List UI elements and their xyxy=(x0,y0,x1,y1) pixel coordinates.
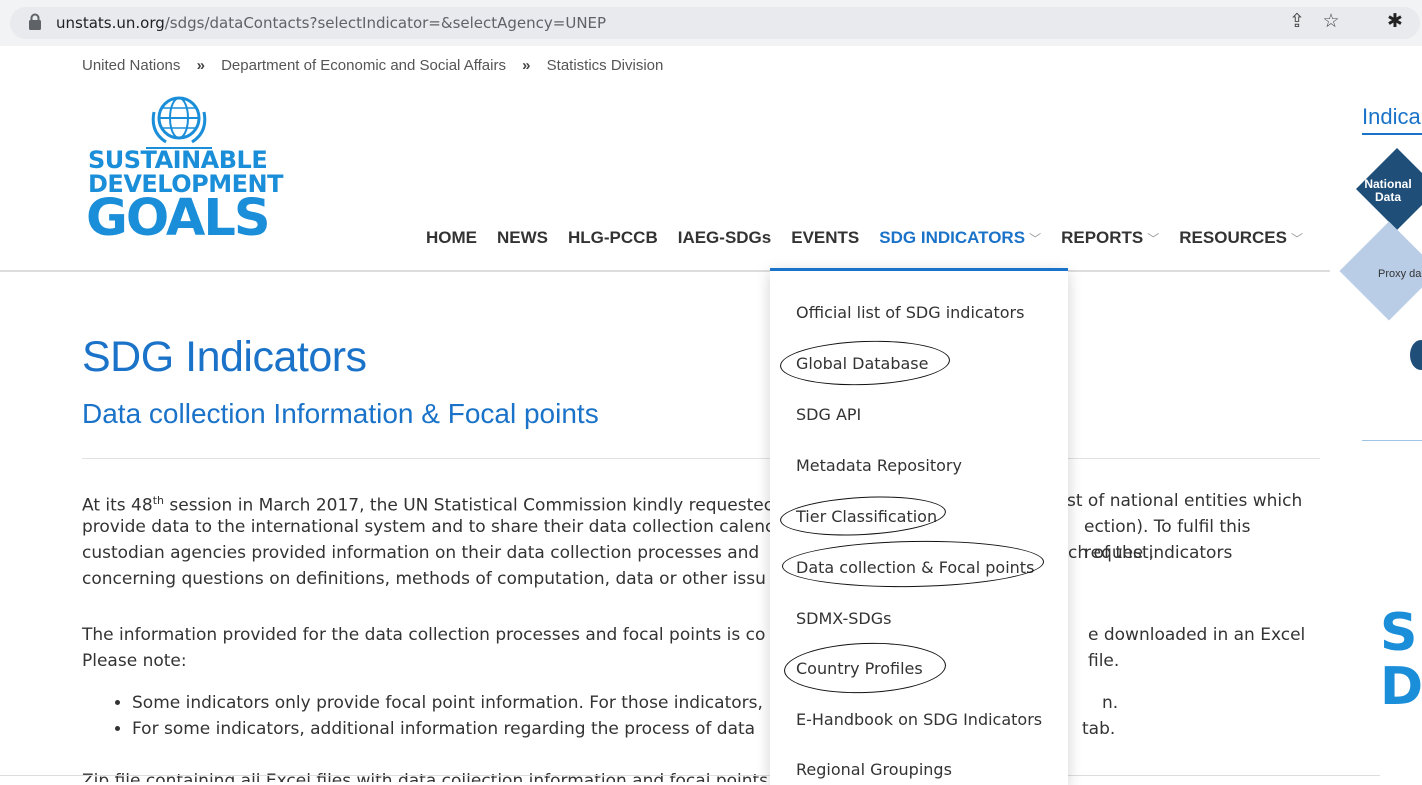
chevron-down-icon: ﹀ xyxy=(1290,232,1303,246)
nav-reports[interactable]: REPORTS ﹀ xyxy=(1061,228,1159,248)
divider xyxy=(82,458,1320,459)
breadcrumb-un[interactable]: United Nations xyxy=(82,57,180,74)
chevron-down-icon: ﹀ xyxy=(1029,232,1042,246)
page-title: SDG Indicators xyxy=(82,333,367,381)
divider xyxy=(0,775,1380,776)
page-subtitle: Data collection Information & Focal poin… xyxy=(82,398,599,429)
menu-item-official-list[interactable]: Official list of SDG indicators xyxy=(796,303,1024,322)
notes-list: Some indicators only provide focal point… xyxy=(100,690,1352,742)
menu-item-regional-groupings[interactable]: Regional Groupings xyxy=(796,760,952,779)
para-text: At its 48 xyxy=(82,495,153,516)
menu-item-sdg-api[interactable]: SDG API xyxy=(796,405,861,424)
national-data-label: National Data xyxy=(1364,177,1412,204)
para-text: st of national entities which xyxy=(1067,491,1303,511)
logo-letter: D xyxy=(1380,657,1422,717)
nav-divider xyxy=(0,270,1330,272)
menu-item-sdmx-sdgs[interactable]: SDMX-SDGs xyxy=(796,609,891,628)
nav-iaeg-sdgs[interactable]: IAEG-SDGs xyxy=(678,228,772,248)
list-item: Some indicators only provide focal point… xyxy=(132,690,1352,716)
nav-events[interactable]: EVENTS xyxy=(791,228,859,248)
para-text: custodian agencies provided information … xyxy=(82,543,760,563)
annotation-circle xyxy=(781,538,1045,590)
menu-item-e-handbook[interactable]: E-Handbook on SDG Indicators xyxy=(796,710,1042,729)
panel-rule xyxy=(1362,133,1422,135)
breadcrumb-separator: » xyxy=(522,57,531,74)
nav-label: NEWS xyxy=(497,228,548,247)
nav-label: EVENTS xyxy=(791,228,860,247)
bullet-text: tab. xyxy=(1082,719,1116,739)
share-icon[interactable]: ⇪ xyxy=(1286,11,1308,33)
url-text[interactable]: unstats.un.org/sdgs/dataContacts?selectI… xyxy=(56,14,606,32)
annotation-circle xyxy=(783,640,947,696)
nav-label: REPORTS xyxy=(1061,228,1144,247)
para-text: ch of the indicators xyxy=(1068,543,1233,563)
nav-resources[interactable]: RESOURCES ﹀ xyxy=(1179,228,1303,248)
chevron-down-icon: ﹀ xyxy=(1147,232,1160,246)
nav-label: RESOURCES xyxy=(1179,228,1287,247)
breadcrumb-statistics-division[interactable]: Statistics Division xyxy=(547,57,664,74)
breadcrumb-separator: » xyxy=(196,57,205,74)
main-nav: HOME NEWS HLG-PCCB IAEG-SDGs EVENTS SDG … xyxy=(426,228,1323,248)
para-text: provide data to the international system… xyxy=(82,517,775,537)
para-sup: th xyxy=(152,494,164,507)
bullet-text: For some indicators, additional informat… xyxy=(132,719,756,739)
indicators-panel-title: Indica xyxy=(1362,104,1421,129)
nav-label: HOME xyxy=(426,228,477,247)
nav-sdg-indicators[interactable]: SDG INDICATORS ﹀ xyxy=(879,228,1041,248)
nav-label: SDG INDICATORS xyxy=(879,228,1026,247)
url-host: unstats.un.org xyxy=(56,14,165,32)
star-icon[interactable]: ☆ xyxy=(1320,11,1342,33)
intro-paragraph: At its 48th session in March 2017, the U… xyxy=(82,488,1322,592)
panel-dot xyxy=(1410,340,1422,370)
nav-label: HLG-PCCB xyxy=(568,228,658,247)
list-item: For some indicators, additional informat… xyxy=(132,716,1352,742)
nav-label: IAEG-SDGs xyxy=(677,228,772,247)
para-text: Please note: xyxy=(82,651,187,671)
para-text: session in March 2017, the UN Statistica… xyxy=(163,495,774,516)
nav-news[interactable]: NEWS xyxy=(497,228,548,248)
logo-text-goals: GOALS xyxy=(86,189,271,248)
panel-rule xyxy=(1362,440,1422,441)
url-path: /sdgs/dataContacts?selectIndicator=&sele… xyxy=(164,14,607,32)
breadcrumb: United Nations » Department of Economic … xyxy=(82,57,663,74)
nav-hlg-pccb[interactable]: HLG-PCCB xyxy=(568,228,658,248)
nav-home[interactable]: HOME xyxy=(426,228,477,248)
para-text: concerning questions on definitions, met… xyxy=(82,569,766,589)
un-emblem-icon[interactable] xyxy=(146,92,212,150)
annotation-circle xyxy=(779,338,951,388)
annotation-circle xyxy=(779,492,947,540)
logo-letter: S xyxy=(1380,603,1418,663)
lock-icon xyxy=(29,13,41,30)
menu-item-metadata-repository[interactable]: Metadata Repository xyxy=(796,456,962,475)
extensions-icon[interactable]: ✱ xyxy=(1384,11,1406,33)
bullet-text: n. xyxy=(1102,693,1119,713)
proxy-data-label: Proxy da xyxy=(1378,268,1422,280)
sdg-logo-partial: S D xyxy=(1380,606,1422,714)
breadcrumb-desa[interactable]: Department of Economic and Social Affair… xyxy=(221,57,506,74)
sdg-indicators-dropdown: Official list of SDG indicators Global D… xyxy=(770,268,1068,785)
para-text: Zip file containing all Excel files with… xyxy=(82,771,769,782)
bullet-text: Some indicators only provide focal point… xyxy=(132,693,763,713)
para-text: The information provided for the data co… xyxy=(82,625,766,645)
info-paragraph: The information provided for the data co… xyxy=(82,622,1322,674)
